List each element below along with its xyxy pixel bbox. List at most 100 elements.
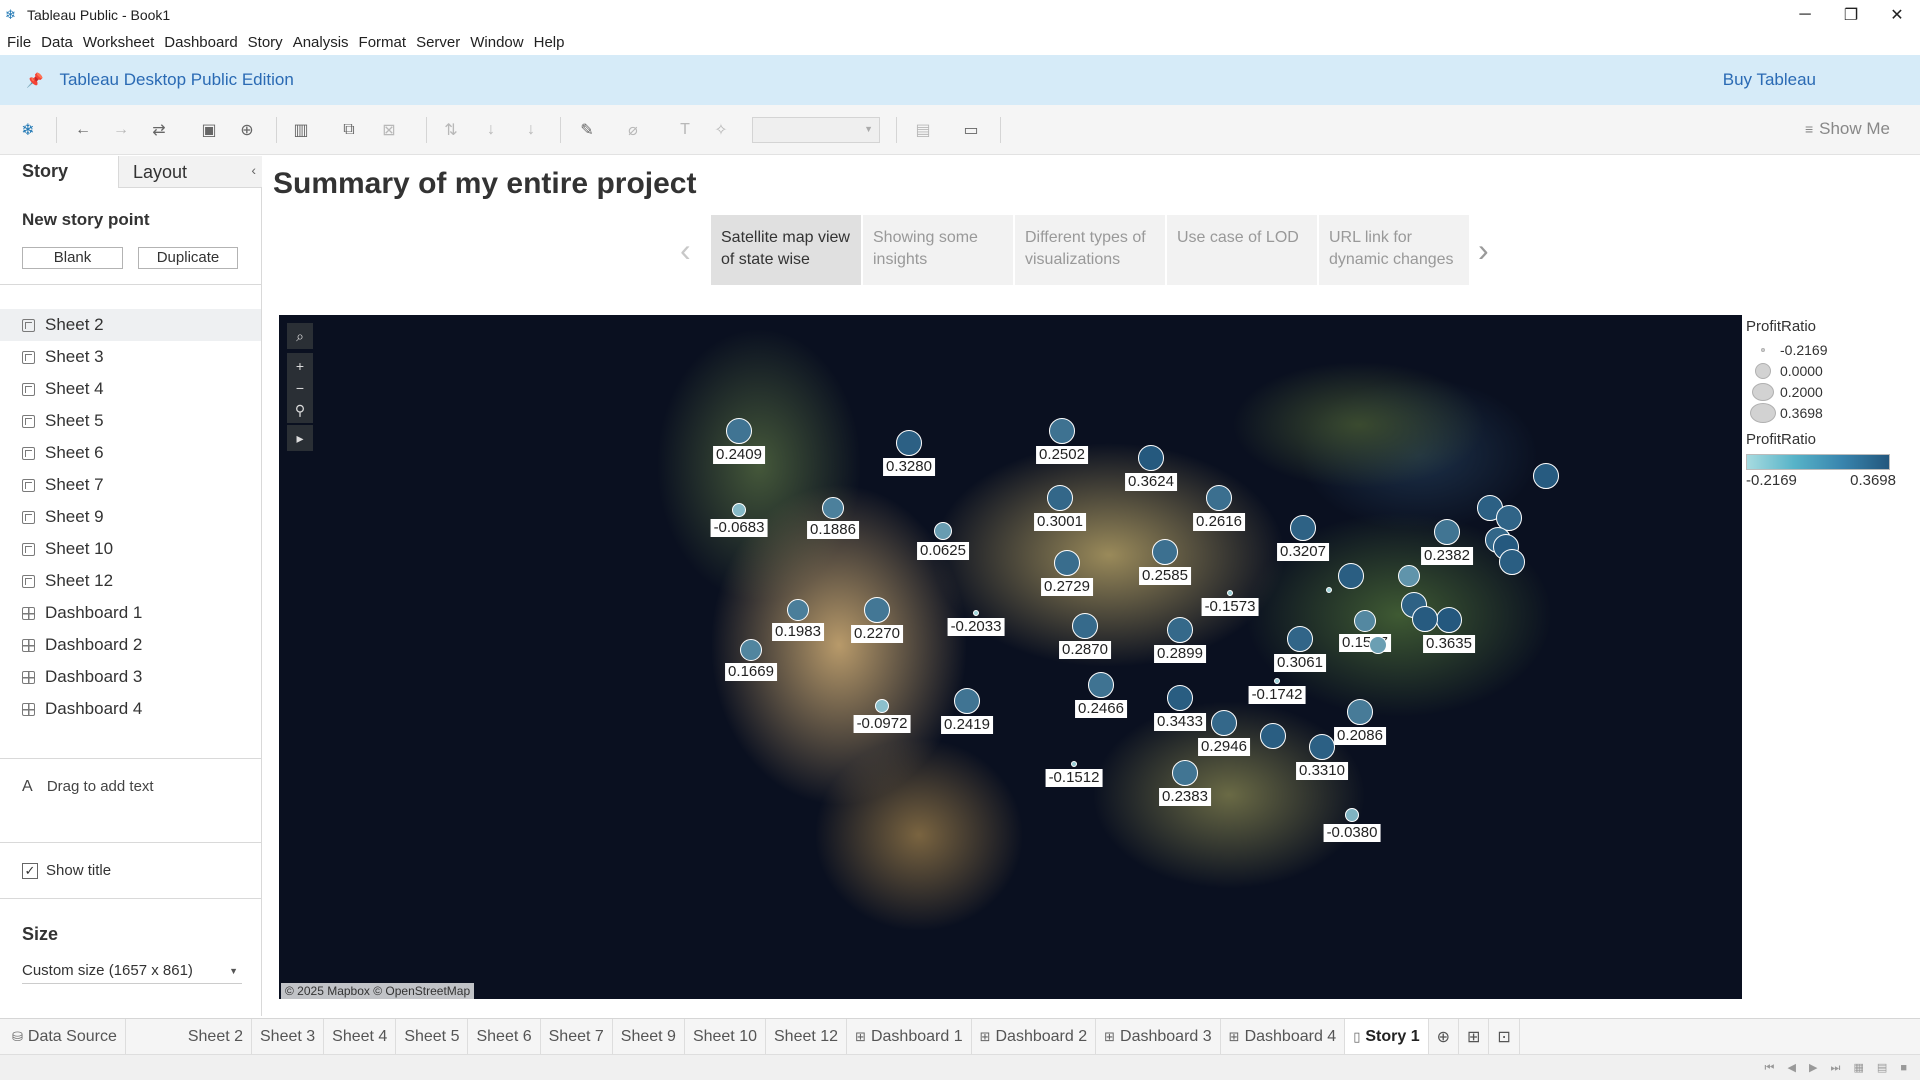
map-mark[interactable] [822, 497, 844, 519]
new-worksheet-icon[interactable]: ▥ [290, 119, 312, 141]
restore-button[interactable]: ❐ [1828, 0, 1874, 29]
pin-icon[interactable]: ⚲ [287, 397, 313, 423]
sheet-tab[interactable]: Sheet 4 [324, 1018, 397, 1055]
sheet-tab[interactable]: Sheet 6 [468, 1018, 541, 1055]
map-mark[interactable] [1049, 418, 1075, 444]
map-mark[interactable] [787, 599, 809, 621]
sheet-list-item[interactable]: Sheet 3 [0, 341, 261, 373]
menu-data[interactable]: Data [41, 34, 73, 51]
map-mark[interactable] [1369, 636, 1387, 654]
replay-icon[interactable]: ⇄ [148, 119, 170, 141]
fit-dropdown[interactable]: ▼ [752, 117, 880, 143]
fix-axes-icon[interactable]: ✧ [710, 119, 732, 141]
map-mark[interactable] [1436, 607, 1462, 633]
menu-format[interactable]: Format [359, 34, 407, 51]
map-mark[interactable] [1354, 610, 1376, 632]
story-point[interactable]: Different types of visualizations [1015, 215, 1165, 285]
highlight-icon[interactable]: ✎ [576, 119, 598, 141]
map-mark[interactable] [1260, 723, 1286, 749]
new-datasource-icon[interactable]: ⊕ [236, 119, 258, 141]
map-mark[interactable] [1211, 710, 1237, 736]
menu-analysis[interactable]: Analysis [293, 34, 349, 51]
presentation-mode-icon[interactable]: ▭ [960, 119, 982, 141]
sheet-list-item[interactable]: Sheet 5 [0, 405, 261, 437]
sheet-list-item[interactable]: Sheet 10 [0, 533, 261, 565]
map-mark[interactable] [1274, 678, 1280, 684]
map-mark[interactable] [1533, 463, 1559, 489]
tab-story[interactable]: Story [0, 156, 118, 188]
menu-worksheet[interactable]: Worksheet [83, 34, 154, 51]
map-mark[interactable] [1167, 685, 1193, 711]
sheet-list-item[interactable]: Dashboard 1 [0, 597, 261, 629]
minimize-button[interactable]: ─ [1782, 0, 1828, 29]
map-mark[interactable] [1072, 613, 1098, 639]
clear-sheet-icon[interactable]: ⊠ [378, 119, 400, 141]
story-point[interactable]: Use case of LOD [1167, 215, 1317, 285]
play-icon[interactable]: ▸ [287, 425, 313, 451]
new-story-tab-icon[interactable]: ⊡ [1489, 1018, 1520, 1055]
show-labels-icon[interactable]: T [674, 119, 696, 141]
sheet-tab[interactable]: Sheet 10 [685, 1018, 766, 1055]
blank-button[interactable]: Blank [22, 247, 123, 269]
map-mark[interactable] [875, 699, 889, 713]
sheet-tab[interactable]: ▯ Story 1 [1345, 1018, 1429, 1055]
tab-layout[interactable]: Layout ‹ [118, 156, 262, 188]
sheet-tab[interactable]: Sheet 5 [396, 1018, 469, 1055]
map-mark[interactable] [864, 597, 890, 623]
map-mark[interactable] [1345, 808, 1359, 822]
story-point[interactable]: Showing some insights [863, 215, 1013, 285]
map-mark[interactable] [1054, 550, 1080, 576]
collapse-icon[interactable]: ‹ [251, 162, 256, 178]
sheet-tab[interactable]: Sheet 12 [766, 1018, 848, 1055]
sheet-tab[interactable]: ⊞ Dashboard 3 [1096, 1018, 1221, 1055]
map-mark[interactable] [1499, 549, 1525, 575]
map-mark[interactable] [1138, 445, 1164, 471]
map-mark[interactable] [726, 418, 752, 444]
sheet-tab[interactable]: Sheet 2 [180, 1018, 252, 1055]
map-mark[interactable] [1167, 617, 1193, 643]
sheet-tab[interactable]: ⊞ Dashboard 4 [1221, 1018, 1346, 1055]
menu-file[interactable]: File [7, 34, 31, 51]
map-mark[interactable] [1172, 760, 1198, 786]
map-mark[interactable] [1326, 587, 1332, 593]
map-mark[interactable] [973, 610, 979, 616]
satellite-map[interactable]: ⌕ + − ⚲ ▸ © 2025 Mapbox © OpenStreetMap … [279, 315, 1742, 999]
sheet-tab[interactable]: ⊞ Dashboard 1 [847, 1018, 972, 1055]
show-me-button[interactable]: ≡ Show Me [1805, 119, 1890, 139]
sheet-list-item[interactable]: Sheet 12 [0, 565, 261, 597]
sheet-list-item[interactable]: Sheet 2 [0, 309, 261, 341]
menu-help[interactable]: Help [534, 34, 565, 51]
map-mark[interactable] [1227, 590, 1233, 596]
story-point[interactable]: URL link for dynamic changes [1319, 215, 1469, 285]
next-story-point-icon[interactable]: › [1478, 232, 1489, 269]
buy-tableau-link[interactable]: Buy Tableau [1723, 70, 1816, 90]
tableau-home-icon[interactable]: ❄ [17, 119, 39, 141]
map-mark[interactable] [1347, 699, 1373, 725]
search-icon[interactable]: ⌕ [287, 323, 313, 349]
sheet-tab[interactable]: ⊞ Dashboard 2 [972, 1018, 1097, 1055]
sheet-list-item[interactable]: Sheet 4 [0, 373, 261, 405]
map-mark[interactable] [1152, 539, 1178, 565]
map-mark[interactable] [1047, 485, 1073, 511]
sheet-tab[interactable]: Sheet 3 [252, 1018, 325, 1055]
sort-ascending-icon[interactable]: ↓ [480, 119, 502, 141]
navigation-controls[interactable]: ⏮ ◀ ▶ ⏭ ▦ ▤ ■ [1765, 1061, 1913, 1075]
save-icon[interactable]: ▣ [198, 119, 220, 141]
map-mark[interactable] [1287, 626, 1313, 652]
sheet-tab[interactable]: Sheet 9 [613, 1018, 685, 1055]
sheet-list-item[interactable]: Dashboard 4 [0, 693, 261, 725]
new-sheet-tab-icon[interactable]: ⊕ [1429, 1018, 1459, 1055]
map-mark[interactable] [954, 688, 980, 714]
drag-to-add-text[interactable]: A Drag to add text [22, 778, 154, 796]
map-mark[interactable] [732, 503, 746, 517]
map-mark[interactable] [740, 639, 762, 661]
close-button[interactable]: ✕ [1874, 0, 1920, 29]
redo-icon[interactable]: → [110, 119, 132, 141]
show-title-toggle[interactable]: ✓ Show title [22, 862, 111, 879]
sheet-list-item[interactable]: Sheet 6 [0, 437, 261, 469]
map-mark[interactable] [934, 522, 952, 540]
sheet-list-item[interactable]: Sheet 9 [0, 501, 261, 533]
swap-icon[interactable]: ⇅ [440, 119, 462, 141]
duplicate-button[interactable]: Duplicate [138, 247, 238, 269]
menu-story[interactable]: Story [248, 34, 283, 51]
